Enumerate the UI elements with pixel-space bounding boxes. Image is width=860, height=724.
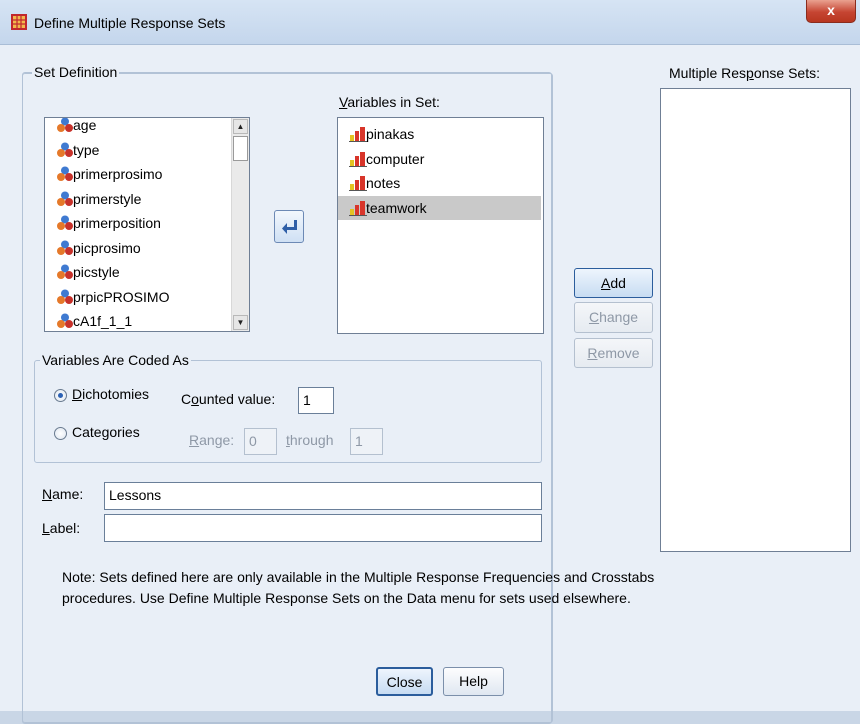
range-from-input[interactable]: 0 [244, 428, 277, 455]
source-variable-item[interactable]: primerstyle [45, 187, 231, 212]
change-button[interactable]: Change [574, 302, 653, 333]
range-label: Range: [189, 432, 235, 448]
scale-icon [349, 151, 367, 167]
set-definition-legend: Set Definition [32, 64, 120, 80]
variable-name: picprosimo [73, 239, 141, 256]
counted-value-label: Counted value: [181, 391, 276, 407]
dichotomies-label[interactable]: Dichotomies [72, 386, 149, 402]
source-variable-item[interactable]: type [45, 138, 231, 163]
variable-name: type [73, 141, 100, 158]
variable-name: teamwork [366, 199, 427, 216]
source-variable-item[interactable]: age [45, 117, 231, 138]
add-button[interactable]: Add [574, 268, 653, 298]
categories-label[interactable]: Categories [72, 424, 140, 440]
scroll-thumb[interactable] [233, 136, 248, 161]
variable-name: primerstyle [73, 190, 142, 207]
set-variable-item[interactable]: computer [338, 147, 541, 172]
variables-in-set-items: pinakas computer notes teamwork [338, 122, 541, 220]
counted-value-input[interactable]: 1 [298, 387, 334, 414]
nominal-icon [57, 191, 73, 206]
variable-name: cA1f_1_1 [73, 313, 133, 329]
source-variable-item[interactable]: picprosimo [45, 236, 231, 261]
note-line-2: procedures. Use Define Multiple Response… [62, 590, 631, 606]
close-window-button[interactable]: x [806, 0, 856, 23]
source-variable-item[interactable]: primerposition [45, 211, 231, 236]
name-label: Name: [42, 486, 84, 502]
variables-in-set-label: Variables in Set: [339, 94, 440, 110]
nominal-icon [57, 142, 73, 157]
nominal-icon [57, 264, 73, 279]
label-input[interactable] [104, 514, 542, 542]
label-label: Label: [42, 520, 81, 536]
source-variable-item[interactable]: primerprosimo [45, 162, 231, 187]
spss-grid-icon [11, 14, 27, 30]
nominal-icon [57, 240, 73, 255]
close-icon: x [827, 2, 835, 18]
set-variable-item[interactable]: teamwork [338, 195, 541, 220]
variable-name: primerposition [73, 215, 161, 231]
variable-name: age [73, 117, 97, 133]
name-input[interactable]: Lessons [104, 482, 542, 510]
scale-icon [349, 127, 367, 142]
source-variable-item[interactable]: cA1f_1_1 [45, 309, 231, 331]
source-list-scrollbar[interactable]: ▲ ▼ [231, 118, 249, 331]
dichotomies-radio[interactable] [54, 389, 67, 402]
nominal-icon [57, 313, 73, 328]
multiple-response-sets-label: Multiple Response Sets: [669, 65, 820, 81]
scroll-down-icon[interactable]: ▼ [233, 315, 248, 330]
nominal-icon [57, 166, 73, 181]
nominal-icon [57, 289, 73, 304]
nominal-icon [57, 215, 73, 230]
arrow-left-icon [282, 220, 297, 234]
scale-icon [349, 200, 367, 216]
set-variable-item[interactable]: pinakas [338, 122, 541, 147]
set-variable-item[interactable]: notes [338, 171, 541, 196]
close-button[interactable]: Close [376, 667, 433, 696]
source-variable-item[interactable]: picstyle [45, 260, 231, 285]
variable-name: primerprosimo [73, 166, 163, 182]
scroll-up-icon[interactable]: ▲ [233, 119, 248, 134]
variable-name: computer [366, 150, 425, 167]
multiple-response-sets-list[interactable] [660, 88, 851, 552]
title-bar: Define Multiple Response Sets x [0, 0, 860, 45]
variables-in-set-list[interactable]: pinakas computer notes teamwork [337, 117, 544, 334]
variable-name: notes [366, 175, 401, 191]
nominal-icon [57, 118, 73, 132]
source-variable-items: age type primerprosimo primerstyle primerpos… [45, 117, 231, 331]
note-line-1: Note: Sets defined here are only availab… [62, 569, 655, 585]
note-text: Note: Sets defined here are only availab… [62, 567, 654, 609]
move-to-set-button[interactable] [274, 210, 304, 243]
scale-icon [349, 176, 367, 191]
help-button[interactable]: Help [443, 667, 504, 696]
categories-radio[interactable] [54, 427, 67, 440]
remove-button[interactable]: Remove [574, 338, 653, 368]
source-variable-item[interactable]: prpicPROSIMO [45, 285, 231, 310]
source-variable-list[interactable]: age type primerprosimo primerstyle primerpos… [44, 117, 250, 332]
through-label: through [286, 432, 334, 448]
variable-name: picstyle [73, 264, 120, 280]
coded-as-legend: Variables Are Coded As [40, 352, 191, 368]
variable-name: pinakas [366, 126, 415, 142]
range-to-input[interactable]: 1 [350, 428, 383, 455]
window-title: Define Multiple Response Sets [34, 15, 226, 31]
variable-name: prpicPROSIMO [73, 288, 170, 305]
radio-selected-dot [58, 393, 63, 398]
